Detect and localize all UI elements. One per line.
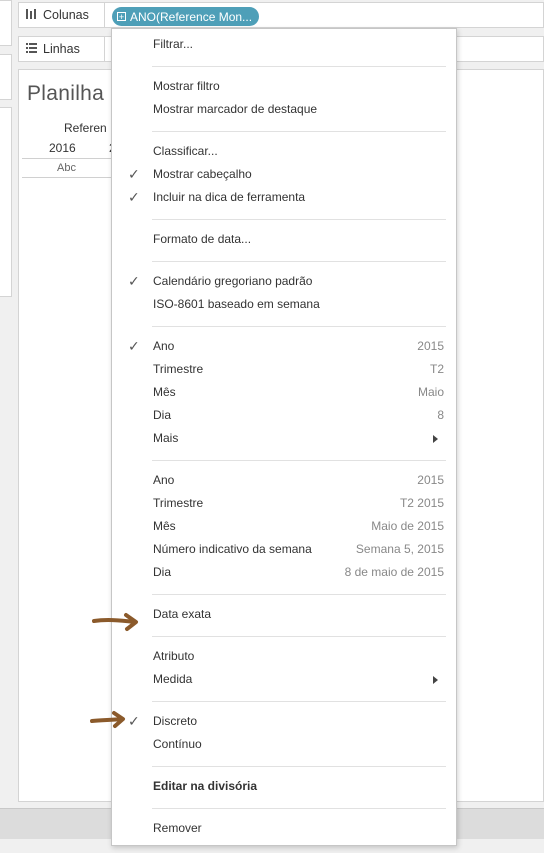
menu-separator [152,460,446,461]
menu-item-filter[interactable]: Filtrar... [112,35,456,55]
menu-item-discrete-quarter[interactable]: Trimestre T2 [112,360,456,380]
menu-item-remove[interactable]: Remover [112,819,456,839]
left-panel-strip-mid [0,54,12,100]
menu-item-sort[interactable]: Classificar... [112,142,456,162]
menu-separator [152,701,446,702]
menu-separator [152,594,446,595]
submenu-arrow-icon [433,676,438,684]
column-header-2016[interactable]: 2016 [49,141,76,155]
rows-label-text: Linhas [43,42,80,56]
menu-item-more[interactable]: Mais [112,429,456,449]
menu-separator [152,636,446,637]
pill-label: ANO(Reference Mon... [130,9,253,24]
menu-item-edit-shelf[interactable]: Editar na divisória [112,777,456,797]
columns-shelf[interactable]: Colunas [18,2,544,28]
menu-item-continuous-quarter[interactable]: Trimestre T2 2015 [112,494,456,514]
menu-separator [152,326,446,327]
menu-separator [152,808,446,809]
columns-icon [26,8,37,22]
menu-item-show-header[interactable]: ✓ Mostrar cabeçalho [112,165,456,185]
menu-item-show-filter[interactable]: Mostrar filtro [112,77,456,97]
menu-item-discrete-month[interactable]: Mês Maio [112,383,456,403]
check-icon: ✓ [128,338,140,354]
check-icon: ✓ [128,713,140,729]
menu-separator [152,66,446,67]
header-divider [22,158,112,159]
menu-item-show-highlighter[interactable]: Mostrar marcador de destaque [112,100,456,120]
column-field-header[interactable]: Referen [64,121,107,135]
menu-item-measure[interactable]: Medida [112,670,456,690]
sheet-title: Planilha 2 [27,82,123,105]
rows-icon [26,42,37,56]
check-icon: ✓ [128,189,140,205]
cell-placeholder: Abc [57,162,76,174]
check-icon: ✓ [128,273,140,289]
menu-item-attribute[interactable]: Atributo [112,647,456,667]
annotation-arrow-icon [92,613,138,631]
menu-item-iso8601[interactable]: ISO-8601 baseado em semana [112,295,456,315]
pill-context-menu: Filtrar... Mostrar filtro Mostrar marcad… [111,28,457,846]
left-panel-strip-top [0,0,12,46]
columns-label-text: Colunas [43,8,89,22]
menu-item-exact-date[interactable]: Data exata [112,605,456,625]
menu-item-discrete-year[interactable]: ✓ Ano 2015 [112,337,456,357]
columns-shelf-label: Colunas [19,3,105,27]
submenu-arrow-icon [433,435,438,443]
menu-item-discrete[interactable]: ✓ Discreto [112,712,456,732]
menu-item-continuous-day[interactable]: Dia 8 de maio de 2015 [112,563,456,583]
menu-item-date-format[interactable]: Formato de data... [112,230,456,250]
menu-item-include-tooltip[interactable]: ✓ Incluir na dica de ferramenta [112,188,456,208]
cell-divider [22,177,112,178]
check-icon: ✓ [128,166,140,182]
expand-icon[interactable]: + [117,12,126,22]
rows-shelf-label: Linhas [19,37,105,61]
menu-separator [152,261,446,262]
annotation-arrow-icon [90,711,125,728]
menu-item-continuous-year[interactable]: Ano 2015 [112,471,456,491]
menu-item-continuous[interactable]: Contínuo [112,735,456,755]
year-reference-month-pill[interactable]: + ANO(Reference Mon... [112,7,259,26]
menu-separator [152,766,446,767]
menu-separator [152,131,446,132]
left-panel-strip-bottom [0,107,12,297]
menu-item-discrete-day[interactable]: Dia 8 [112,406,456,426]
menu-item-gregorian-calendar[interactable]: ✓ Calendário gregoriano padrão [112,272,456,292]
menu-item-continuous-month[interactable]: Mês Maio de 2015 [112,517,456,537]
menu-item-continuous-week[interactable]: Número indicativo da semana Semana 5, 20… [112,540,456,560]
menu-separator [152,219,446,220]
